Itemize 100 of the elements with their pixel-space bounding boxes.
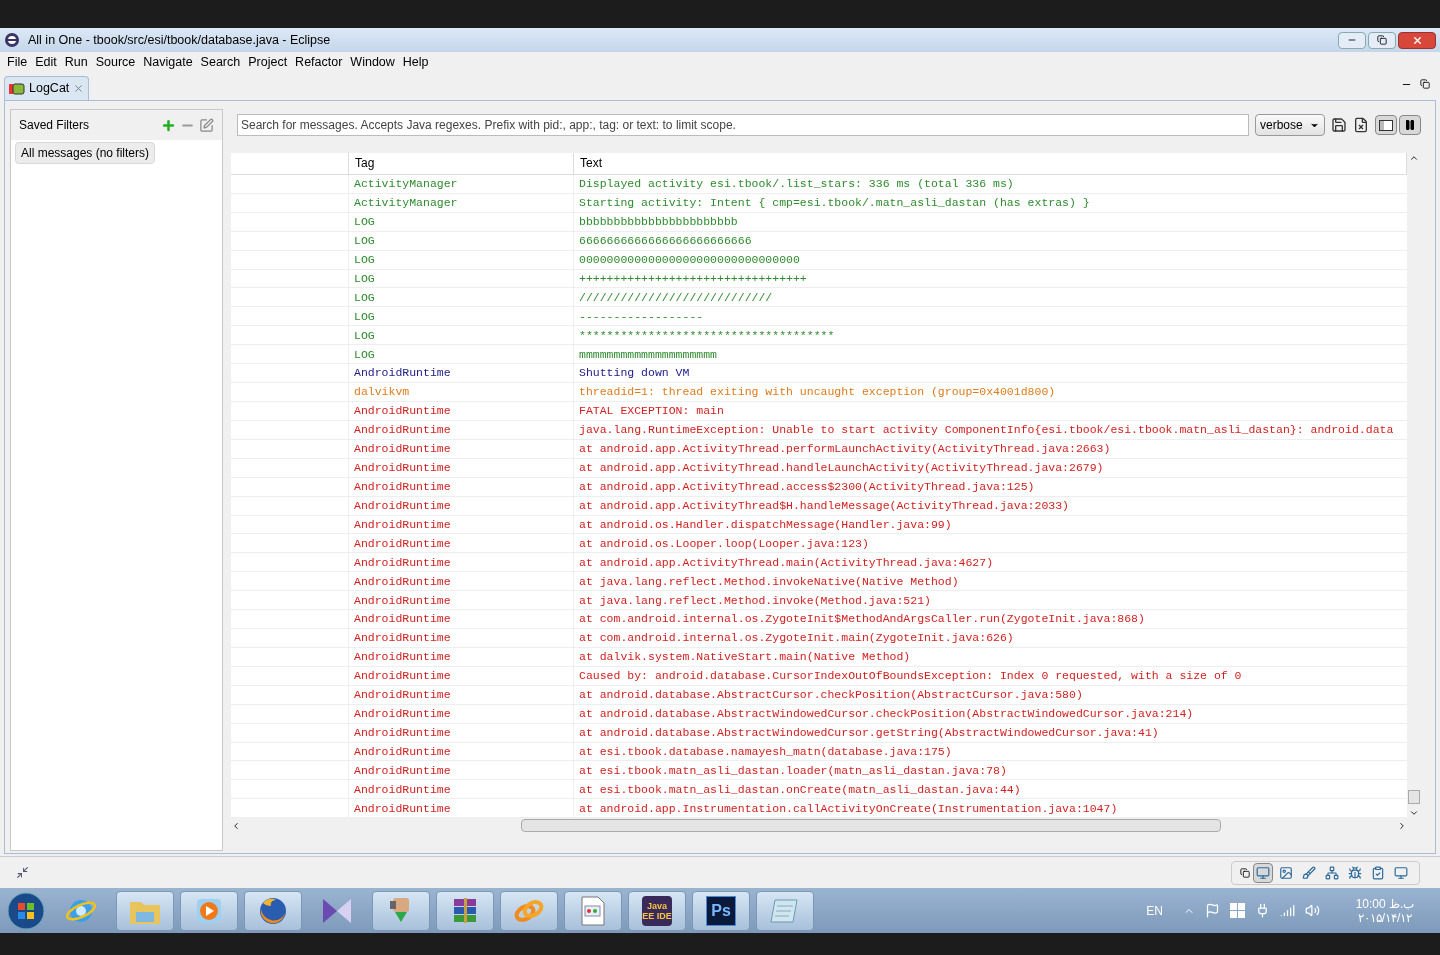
menu-item[interactable]: Window xyxy=(346,52,399,72)
log-message: bbbbbbbbbbbbbbbbbbbbbbb xyxy=(579,214,738,231)
menu-item[interactable]: Source xyxy=(91,52,140,72)
log-message: Starting activity: Intent { cmp=esi.tbook/.matn_asli_dastan (has extras) } xyxy=(579,195,1090,212)
log-message: //////////////////////////// xyxy=(579,289,773,306)
log-tag: AndroidRuntime xyxy=(354,742,451,761)
scroll-left-icon[interactable] xyxy=(231,820,241,831)
log-message: at com.android.internal.os.ZygoteInit.main(ZygoteInit.java:626) xyxy=(579,630,1014,647)
scroll-thumb[interactable] xyxy=(521,819,1221,833)
log-message: Displayed activity esi.tbook/.list_stars: 336 ms (total 336 ms) xyxy=(579,176,1014,193)
log-tag: LOG xyxy=(354,269,375,288)
menu-item[interactable]: Help xyxy=(398,52,433,72)
maximize-icon[interactable] xyxy=(1420,79,1430,89)
log-tag: AndroidRuntime xyxy=(354,629,451,647)
pause-icon xyxy=(1404,119,1416,131)
log-message: at android.app.ActivityThread.main(ActivityThread.java:4627) xyxy=(579,554,994,571)
view-tab[interactable]: LogCat xyxy=(4,76,90,100)
fast-view-icon[interactable] xyxy=(16,866,29,879)
log-message: Caused by: android.database.CursorIndexOutOfBoundsException: Index 0 requested, with a size of 0 xyxy=(579,668,1242,685)
log-tag: ActivityManager xyxy=(354,194,458,212)
log-message: Shutting down VM xyxy=(579,365,690,382)
log-tag: AndroidRuntime xyxy=(354,686,451,704)
log-message: at android.app.ActivityThread$H.handleMessage(ActivityThread.java:2033) xyxy=(579,497,1069,514)
column-header[interactable]: Tag xyxy=(355,154,375,173)
add-icon[interactable] xyxy=(161,117,176,133)
close-icon[interactable] xyxy=(73,83,85,94)
menu-item[interactable]: File xyxy=(3,52,32,72)
restore-icon[interactable] xyxy=(1240,867,1250,878)
menu-item[interactable]: Navigate xyxy=(139,52,197,72)
log-tag: ActivityManager xyxy=(354,175,458,193)
edit-icon[interactable] xyxy=(199,117,214,133)
menu-item[interactable]: Project xyxy=(244,52,292,72)
signal-icon[interactable] xyxy=(1280,903,1295,918)
log-message: at android.app.ActivityThread.handleLaunchActivity(ActivityThread.java:2679) xyxy=(579,460,1104,477)
windows-icon[interactable] xyxy=(1230,903,1245,918)
log-message: at android.app.ActivityThread.performLaunchActivity(ActivityThread.java:2663) xyxy=(579,441,1111,458)
flag-icon[interactable] xyxy=(1205,903,1220,918)
log-tag: AndroidRuntime xyxy=(354,496,451,515)
log-message: at android.os.Looper.loop(Looper.java:123) xyxy=(579,535,869,552)
logcat-icon xyxy=(9,82,25,95)
window-title: All in One - tbook/src/esi/tbook/database.java - Eclipse xyxy=(28,31,331,49)
close-button[interactable] xyxy=(1398,31,1436,49)
log-message: at esi.tbook.matn_asli_dastan.loader(matn_asli_dastan.java:78) xyxy=(579,762,1007,779)
clear-log-icon[interactable] xyxy=(1353,117,1369,133)
log-tag: AndroidRuntime xyxy=(354,610,451,628)
menu-item[interactable]: Run xyxy=(60,52,92,72)
log-tag: LOG xyxy=(354,307,375,325)
document-icon[interactable] xyxy=(580,894,606,927)
log-tag: LOG xyxy=(354,232,375,250)
log-tag: AndroidRuntime xyxy=(354,402,451,420)
panel-icon xyxy=(1379,119,1393,131)
restore-icon xyxy=(1377,35,1387,45)
split-view-button[interactable] xyxy=(1375,115,1397,135)
log-message: at android.database.AbstractCursor.checkPosition(AbstractCursor.java:580) xyxy=(579,687,1083,704)
log-message: +++++++++++++++++++++++++++++++++ xyxy=(579,270,807,287)
scroll-thumb[interactable] xyxy=(1408,790,1420,804)
log-tag: AndroidRuntime xyxy=(354,667,451,685)
log-message: at android.database.AbstractWindowedCursor.getString(AbstractWindowedCursor.java:41) xyxy=(579,724,1159,741)
log-message: at android.database.AbstractWindowedCursor.checkPosition(AbstractWindowedCursor.java:214) xyxy=(579,706,1194,723)
app-logo[interactable]: Ps xyxy=(706,895,736,926)
restore-button[interactable] xyxy=(1368,31,1396,49)
power-icon[interactable] xyxy=(1255,903,1270,918)
log-message: at android.os.Handler.dispatchMessage(Handler.java:99) xyxy=(579,516,952,533)
log-message: at dalvik.system.NativeStart.main(Native Method) xyxy=(579,649,911,666)
search-field[interactable]: Search for messages. Accepts Java regexes. Prefix with pid:, app:, tag: or text: to limit scope. xyxy=(237,114,1249,136)
save-icon[interactable] xyxy=(1331,117,1347,133)
column-header[interactable]: Text xyxy=(580,154,602,173)
log-tag: AndroidRuntime xyxy=(354,534,451,552)
app-logo[interactable]: Java EE IDE xyxy=(642,895,672,926)
log-message: 6666666666666666666666666 xyxy=(579,233,752,249)
menu-item[interactable]: Search xyxy=(196,52,245,72)
pause-button[interactable] xyxy=(1399,115,1421,135)
log-tag: AndroidRuntime xyxy=(354,459,451,477)
log-message: FATAL EXCEPTION: main xyxy=(579,403,724,420)
log-tag: dalvikvm xyxy=(354,383,410,401)
log-tag: AndroidRuntime xyxy=(354,591,451,609)
log-message: at java.lang.reflect.Method.invokeNative(Native Method) xyxy=(579,573,959,590)
scroll-down-icon[interactable] xyxy=(1409,808,1419,818)
log-tag: AndroidRuntime xyxy=(354,705,451,723)
log-message: threadid=1: thread exiting with uncaught exception (group=0x4001d800) xyxy=(579,384,1056,401)
log-tag: LOG xyxy=(354,288,375,306)
log-level-dropdown[interactable]: verbose xyxy=(1255,114,1325,136)
log-message: at android.app.ActivityThread.access$2300(ActivityThread.java:125) xyxy=(579,479,1035,495)
start-button[interactable] xyxy=(6,890,46,931)
volume-icon[interactable] xyxy=(1305,903,1320,918)
filter-item[interactable]: All messages (no filters) xyxy=(15,142,156,164)
log-tag: AndroidRuntime xyxy=(354,440,451,458)
log-tag: LOG xyxy=(354,250,375,269)
log-tag: AndroidRuntime xyxy=(354,572,451,590)
scroll-up-icon[interactable] xyxy=(1409,153,1419,163)
log-message: at com.android.internal.os.ZygoteInit$MethodAndArgsCaller.run(ZygoteInit.java:868) xyxy=(579,611,1145,628)
log-message: at android.app.Instrumentation.callActivityOnCreate(Instrumentation.java:1047) xyxy=(579,800,1118,817)
log-tag: AndroidRuntime xyxy=(354,761,451,780)
monitor-icon[interactable] xyxy=(1253,862,1273,883)
log-message: at esi.tbook.matn_asli_dastan.onCreate(matn_asli_dastan.java:44) xyxy=(579,781,1021,798)
menu-item[interactable]: Edit xyxy=(31,52,61,72)
menu-item[interactable]: Refactor xyxy=(291,52,347,72)
log-message: ************************************* xyxy=(579,327,835,344)
log-message: 00000000000000000000000000000000 xyxy=(579,251,800,268)
scroll-right-icon[interactable] xyxy=(1397,820,1407,831)
